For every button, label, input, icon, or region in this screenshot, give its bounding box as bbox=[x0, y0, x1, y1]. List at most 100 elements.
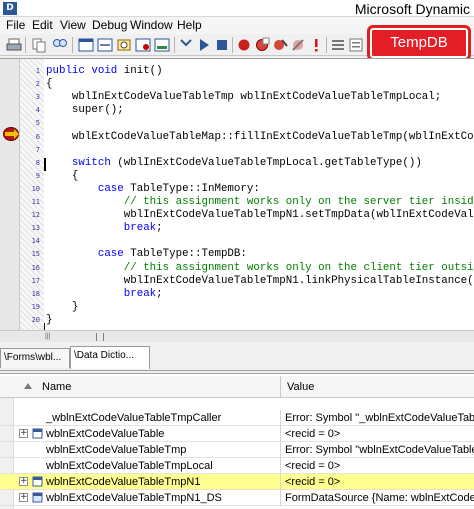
variable-row[interactable]: _wblnExtCodeValueTableTmpCaller Error: Sy… bbox=[0, 410, 474, 426]
watch-icon[interactable] bbox=[116, 37, 132, 53]
variable-row[interactable]: + wblnExtCodeValueTableTmpN1 <recid = 0> bbox=[0, 474, 474, 490]
variable-value[interactable]: <recid = 0> bbox=[285, 460, 474, 472]
step-into-icon[interactable] bbox=[178, 37, 194, 53]
variable-name: wblnExtCodeValueTable bbox=[46, 428, 165, 440]
line-number: 8 bbox=[35, 158, 40, 167]
scroll-thumb[interactable] bbox=[96, 333, 104, 341]
line-number: 18 bbox=[31, 289, 40, 298]
variable-value[interactable]: Error: Symbol "_wblnExtCodeValueTabl bbox=[285, 412, 474, 424]
code-editor[interactable]: 1 public void init() 2 {3 wblInExtCodeValue… bbox=[0, 58, 474, 331]
tab-data-dictionary[interactable]: \Data Dictio... bbox=[70, 346, 150, 369]
line-number: 9 bbox=[35, 171, 40, 180]
code-line[interactable]: wblExtCodeValueTableMap::fillInExtCodeVa… bbox=[46, 131, 474, 143]
properties-icon[interactable] bbox=[348, 37, 364, 53]
exception-icon[interactable] bbox=[308, 37, 324, 53]
code-text: init() bbox=[123, 65, 163, 77]
code-line[interactable]: wblInExtCodeValueTableTmp wblInExtCodeVa… bbox=[46, 91, 441, 103]
column-divider[interactable] bbox=[280, 376, 281, 398]
menu-debug[interactable]: Debug bbox=[92, 18, 127, 32]
expand-icon[interactable]: + bbox=[19, 429, 28, 438]
line-number: 13 bbox=[31, 224, 40, 233]
line-number: 15 bbox=[31, 250, 40, 259]
variable-row[interactable]: wblnExtCodeValueTableTmpLocal <recid = 0> bbox=[0, 458, 474, 474]
variable-name: _wblnExtCodeValueTableTmpCaller bbox=[46, 412, 222, 424]
disable-breakpoint-icon[interactable] bbox=[254, 37, 270, 53]
code-line[interactable]: break; bbox=[46, 288, 163, 300]
find-icon[interactable] bbox=[52, 37, 68, 53]
expand-icon[interactable]: + bbox=[19, 477, 28, 486]
code-line[interactable]: } bbox=[46, 301, 79, 313]
run-icon[interactable] bbox=[196, 37, 212, 53]
column-header-value[interactable]: Value bbox=[287, 381, 314, 393]
stop-icon[interactable] bbox=[214, 37, 230, 53]
toggle-icon[interactable] bbox=[290, 37, 306, 53]
app-icon: D bbox=[3, 2, 17, 15]
code-line[interactable]: } bbox=[46, 314, 52, 326]
variable-name: wblnExtCodeValueTableTmpLocal bbox=[46, 460, 213, 472]
code-keyword: break bbox=[123, 287, 157, 300]
variable-row[interactable]: wblnExtCodeValueTableTmp Error: Symbol "w… bbox=[0, 442, 474, 458]
copy-icon[interactable] bbox=[31, 37, 47, 53]
variable-row[interactable]: + wblnExtCodeValueTableTmpN1_DS FormDataSo… bbox=[0, 490, 474, 506]
variable-name: wblnExtCodeValueTableTmpN1_DS bbox=[46, 492, 222, 504]
variable-value[interactable]: Error: Symbol "wblnExtCodeValueTable bbox=[285, 444, 474, 456]
code-line[interactable]: switch (wblInExtCodeValueTableTmpLocal.g… bbox=[46, 157, 422, 169]
code-line[interactable]: // this assignment works only on the cli… bbox=[46, 262, 474, 274]
column-header-name[interactable]: Name bbox=[42, 381, 71, 393]
list-icon[interactable] bbox=[330, 37, 346, 53]
code-line[interactable]: case TableType::TempDB: bbox=[46, 248, 247, 260]
code-line[interactable]: case TableType::InMemory: bbox=[46, 183, 260, 195]
editor-horizontal-scrollbar[interactable]: ||| bbox=[0, 330, 474, 342]
code-text: TableType::TempDB: bbox=[123, 248, 247, 261]
menu-edit[interactable]: Edit bbox=[32, 18, 53, 32]
variable-value[interactable]: FormDataSource {Name: wblnExtCodeV bbox=[285, 492, 474, 504]
code-text: TableType::InMemory: bbox=[123, 182, 260, 195]
breakpoint-gutter[interactable] bbox=[0, 59, 20, 331]
variables-grid: Name Value _wblnExtCodeValueTableTmpCall… bbox=[0, 373, 474, 509]
menu-file[interactable]: File bbox=[6, 18, 25, 32]
clear-breakpoints-icon[interactable] bbox=[272, 37, 288, 53]
variables-window-icon[interactable] bbox=[97, 37, 113, 53]
sort-arrow-icon[interactable] bbox=[24, 383, 32, 389]
menu-window[interactable]: Window bbox=[130, 18, 173, 32]
code-line[interactable]: { bbox=[46, 170, 79, 182]
code-text: wblExtCodeValueTableMap::fillInExtCodeVa… bbox=[46, 130, 474, 143]
output-window-icon[interactable] bbox=[154, 37, 170, 53]
code-line[interactable]: super(); bbox=[46, 104, 124, 116]
line-number: 19 bbox=[31, 302, 40, 311]
code-keyword: public void bbox=[46, 65, 124, 77]
menu-view[interactable]: View bbox=[60, 18, 86, 32]
table-icon bbox=[32, 476, 43, 487]
code-line[interactable]: wblInExtCodeValueTableTmpN1.linkPhysical… bbox=[46, 275, 474, 287]
toolbar-separator bbox=[25, 37, 26, 53]
expand-icon[interactable]: + bbox=[19, 493, 28, 502]
code-text: wblInExtCodeValueTableTmpN1.setTmpData(w… bbox=[46, 209, 474, 222]
code-line[interactable]: break; bbox=[46, 222, 163, 234]
code-keyword: case bbox=[97, 182, 124, 195]
variable-value[interactable]: <recid = 0> bbox=[285, 476, 474, 488]
code-line[interactable]: { bbox=[46, 78, 52, 90]
menu-help[interactable]: Help bbox=[177, 18, 202, 32]
print-icon[interactable] bbox=[6, 37, 22, 53]
breakpoints-window-icon[interactable] bbox=[135, 37, 151, 53]
variable-name: wblnExtCodeValueTableTmp bbox=[46, 444, 187, 456]
variable-row[interactable]: + wblnExtCodeValueTable <recid = 0> bbox=[0, 426, 474, 442]
line-number: 4 bbox=[35, 106, 40, 115]
line-number: 10 bbox=[31, 184, 40, 193]
toolbar-separator bbox=[326, 37, 327, 53]
window-icon[interactable] bbox=[78, 37, 94, 53]
code-line[interactable]: wblInExtCodeValueTableTmpN1.setTmpData(w… bbox=[46, 209, 474, 221]
breakpoint-icon[interactable] bbox=[236, 37, 252, 53]
code-line[interactable]: // this assignment works only on the ser… bbox=[46, 196, 474, 208]
column-divider bbox=[280, 474, 281, 490]
line-number: 1 bbox=[35, 67, 40, 75]
tab-forms[interactable]: \Forms\wbl... bbox=[0, 348, 70, 368]
column-divider bbox=[280, 442, 281, 458]
code-line[interactable]: public void init() bbox=[46, 65, 163, 77]
scroll-grip-icon[interactable]: ||| bbox=[45, 333, 55, 341]
document-tabs: \Forms\wbl... \Data Dictio... bbox=[0, 343, 474, 371]
variable-value[interactable]: <recid = 0> bbox=[285, 428, 474, 440]
column-divider bbox=[280, 426, 281, 442]
line-number: 2 bbox=[35, 80, 40, 89]
